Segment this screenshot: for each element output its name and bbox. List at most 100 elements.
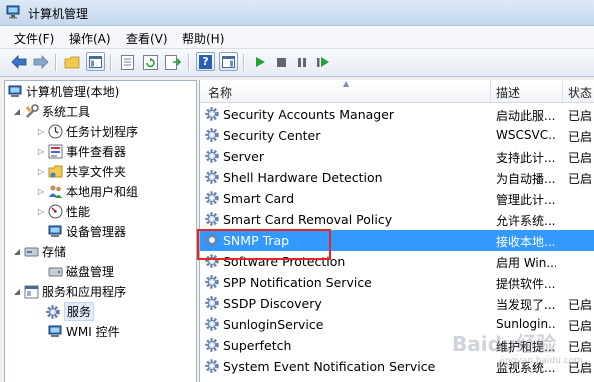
service-name: SPP Notification Service	[223, 275, 372, 290]
watermark-logo: Baidu经验	[452, 332, 557, 356]
tree-item-event-viewer[interactable]: ▷ 事件查看器	[35, 142, 126, 161]
device-manager-icon	[47, 224, 63, 240]
users-icon	[47, 184, 63, 200]
shared-folder-icon	[47, 164, 63, 180]
properties-icon[interactable]	[118, 53, 136, 71]
sort-ascending-icon: ▲	[343, 80, 350, 88]
service-row[interactable]: SSDP Discovery 当发现了... 已启	[200, 293, 594, 314]
chevron-right-icon[interactable]: ▷	[35, 147, 47, 156]
service-status: 已启	[568, 172, 593, 186]
tree-item-services-and-applications[interactable]: ◢ 服务和应用程序	[11, 282, 126, 301]
tree-item-task-scheduler[interactable]: ▷ 任务计划程序	[35, 122, 138, 141]
disk-icon	[47, 264, 63, 280]
tree-item-services[interactable]: 服务	[45, 302, 95, 321]
service-name: SunloginService	[223, 317, 324, 332]
menu-bar: 文件(F) 操作(A) 查看(V) 帮助(H)	[0, 26, 594, 49]
forward-arrow-icon[interactable]	[32, 53, 50, 71]
menu-help[interactable]: 帮助(H)	[182, 30, 224, 47]
tree-item-local-users-groups[interactable]: ▷ 本地用户和组	[35, 182, 138, 201]
service-gear-icon	[204, 211, 220, 227]
service-gear-icon	[204, 127, 220, 143]
service-gear-icon	[204, 295, 220, 311]
column-header-status[interactable]: 状态	[568, 84, 592, 101]
service-status: 已启	[568, 151, 593, 165]
menu-view[interactable]: 查看(V)	[126, 30, 168, 47]
service-description: 管理此计...	[496, 193, 556, 207]
service-row[interactable]: SPP Notification Service 提供软件...	[200, 272, 594, 293]
tree-item-wmi-control[interactable]: WMI 控件	[47, 322, 120, 341]
service-name: Smart Card	[223, 191, 295, 206]
service-description: WSCSVC...	[496, 128, 556, 142]
up-folder-icon[interactable]	[63, 53, 81, 71]
column-header-row: ▲ 名称 描述 状态	[200, 80, 594, 103]
back-arrow-icon[interactable]	[10, 53, 28, 71]
service-name: System Event Notification Service	[223, 359, 436, 374]
service-gear-icon	[204, 358, 220, 374]
performance-icon	[47, 204, 63, 220]
event-viewer-icon	[47, 144, 63, 160]
stop-service-icon[interactable]	[272, 53, 290, 71]
tree-item-storage[interactable]: ◢ 存储	[11, 242, 66, 261]
chevron-right-icon[interactable]: ▷	[35, 207, 47, 216]
service-name: Server	[223, 149, 264, 164]
help-icon[interactable]: ?	[196, 52, 215, 71]
tree-item-device-manager[interactable]: 设备管理器	[47, 222, 126, 241]
service-name: Security Center	[223, 128, 321, 143]
chevron-right-icon[interactable]: ▷	[35, 167, 47, 176]
service-row[interactable]: Security Accounts Manager 启动此服... 已启	[200, 104, 594, 125]
chevron-right-icon[interactable]: ▷	[35, 187, 47, 196]
tree-item-disk-management[interactable]: 磁盘管理	[47, 262, 114, 281]
tree-item-computer-management[interactable]: 计算机管理(本地)	[7, 82, 119, 101]
column-header-name[interactable]: 名称	[208, 84, 232, 101]
pause-service-icon[interactable]	[293, 53, 311, 71]
service-description: 启动此服...	[496, 109, 556, 123]
window-title: 计算机管理	[28, 7, 89, 21]
chevron-down-icon[interactable]: ◢	[11, 247, 23, 256]
export-list-icon[interactable]	[164, 53, 182, 71]
computer-management-icon	[6, 5, 20, 19]
restart-service-icon[interactable]	[314, 53, 332, 71]
refresh-icon[interactable]	[141, 53, 159, 71]
service-description: 允许系统...	[496, 214, 556, 228]
gear-icon	[45, 304, 61, 320]
toolbar: ?	[0, 49, 594, 77]
service-name: Shell Hardware Detection	[223, 170, 383, 185]
start-service-icon[interactable]	[251, 53, 269, 71]
service-row[interactable]: Smart Card Removal Policy 允许系统...	[200, 209, 594, 230]
service-status: 已启	[568, 319, 593, 333]
service-description: 当发现了...	[496, 298, 556, 312]
service-gear-icon	[204, 106, 220, 122]
tree-item-performance[interactable]: ▷ 性能	[35, 202, 90, 221]
service-row[interactable]: Smart Card 管理此计...	[200, 188, 594, 209]
service-row[interactable]: Security Center WSCSVC... 已启	[200, 125, 594, 146]
service-description: 启用 Win...	[496, 256, 556, 270]
show-console-tree-icon[interactable]	[86, 52, 105, 71]
chevron-down-icon[interactable]: ◢	[11, 107, 23, 116]
service-row[interactable]: Server 支持此计... 已启	[200, 146, 594, 167]
action-pane-icon[interactable]	[219, 52, 238, 71]
tree-item-shared-folders[interactable]: ▷ 共享文件夹	[35, 162, 126, 181]
service-gear-icon	[204, 337, 220, 353]
chevron-right-icon[interactable]: ▷	[35, 127, 47, 136]
storage-icon	[23, 244, 39, 260]
service-status: 已启	[568, 298, 593, 312]
service-gear-icon	[204, 169, 220, 185]
service-name: SSDP Discovery	[223, 296, 322, 311]
service-status: 已启	[568, 130, 593, 144]
service-status: 已启	[568, 340, 593, 354]
service-description: 提供软件...	[496, 277, 556, 291]
services-apps-icon	[23, 284, 39, 300]
column-header-description[interactable]: 描述	[496, 84, 520, 101]
watermark-url: jingyan.baidu.com	[500, 356, 584, 366]
chevron-down-icon[interactable]: ◢	[11, 287, 23, 296]
service-row[interactable]: Shell Hardware Detection 为自动播... 已启	[200, 167, 594, 188]
menu-file[interactable]: 文件(F)	[14, 30, 54, 47]
wmi-icon	[47, 324, 63, 340]
service-name: Smart Card Removal Policy	[223, 212, 393, 227]
computer-management-icon	[7, 84, 23, 100]
title-bar[interactable]: 计算机管理	[0, 0, 594, 26]
annotation-highlight-box	[197, 229, 331, 260]
service-description: 为自动播...	[496, 172, 556, 186]
tree-item-system-tools[interactable]: ◢ 系统工具	[11, 102, 90, 121]
menu-action[interactable]: 操作(A)	[69, 30, 111, 47]
